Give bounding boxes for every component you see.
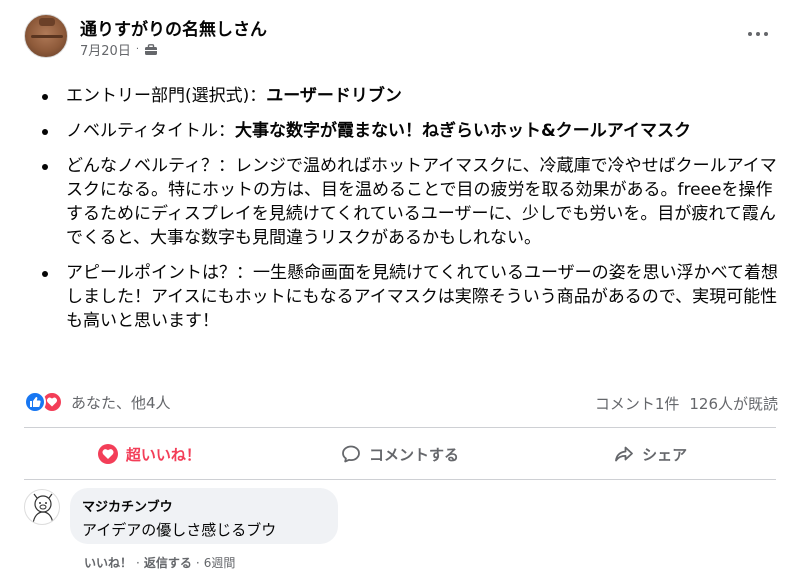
comment-icon <box>342 445 360 463</box>
commenter-avatar[interactable] <box>24 489 60 525</box>
item-label: ノベルティタイトル： <box>66 121 235 141</box>
post-meta: 7月20日 · <box>80 40 158 59</box>
comment-count[interactable]: コメント1件 <box>595 393 680 414</box>
comment-bubble: マジカチンブウ アイデアの優しさ感じるブウ <box>70 488 338 544</box>
react-label: 超いいね！ <box>125 445 201 464</box>
post-stats: コメント1件 126人が既読 <box>595 393 778 414</box>
pig-character-icon <box>32 493 54 524</box>
react-button[interactable]: 超いいね！ <box>24 430 275 478</box>
more-dot-icon <box>764 32 768 36</box>
comment-time[interactable]: 6週間 <box>204 554 236 571</box>
item-label: エントリー部門(選択式)： <box>66 86 267 106</box>
like-reaction-icon <box>24 391 46 413</box>
list-item: ノベルティタイトル：大事な数字が霞まない！ねぎらいホット&クールアイマスク <box>38 119 778 143</box>
author-avatar[interactable] <box>24 14 68 58</box>
seen-count[interactable]: 126人が既読 <box>689 393 778 414</box>
post-date[interactable]: 7月20日 <box>80 40 131 59</box>
divider <box>24 479 776 480</box>
action-bar: 超いいね！ コメントする シェア <box>24 430 776 478</box>
commenter-name[interactable]: マジカチンブウ <box>82 496 326 515</box>
list-item: どんなノベルティ？：レンジで温めればホットアイマスクに、冷蔵庫で冷やせばクールア… <box>38 154 778 250</box>
briefcase-icon[interactable] <box>144 43 158 56</box>
list-item: アピールポイントは？：一生懸命画面を見続けてくれているユーザーの姿を思い浮かべて… <box>38 261 778 333</box>
item-value: 大事な数字が霞まない！ねぎらいホット&クールアイマスク <box>234 121 691 141</box>
comment-button[interactable]: コメントする <box>275 430 526 478</box>
share-button[interactable]: シェア <box>525 430 776 478</box>
post-card: 通りすがりの名無しさん 7月20日 · エントリー部門(選択式)：ユーザードリブ… <box>0 0 800 579</box>
comment-separator: · <box>195 555 200 570</box>
meta-separator: · <box>135 44 140 55</box>
more-dot-icon <box>748 32 752 36</box>
comment-actions: いいね！ · 返信する · 6週間 <box>84 554 235 571</box>
comment-like-button[interactable]: いいね！ <box>84 554 132 571</box>
item-text: アピールポイントは？：一生懸命画面を見続けてくれているユーザーの姿を思い浮かべて… <box>66 263 778 331</box>
share-icon <box>615 446 634 462</box>
more-dot-icon <box>756 32 760 36</box>
item-text: どんなノベルティ？：レンジで温めればホットアイマスクに、冷蔵庫で冷やせばクールア… <box>66 156 777 248</box>
comment-label: コメントする <box>369 445 460 464</box>
comment-text: アイデアの優しさ感じるブウ <box>82 521 277 539</box>
comment-separator: · <box>136 555 140 570</box>
reaction-names[interactable]: あなた、他4人 <box>71 392 171 413</box>
more-options-button[interactable] <box>740 22 776 46</box>
comment-reply-button[interactable]: 返信する <box>144 554 192 571</box>
reactions-summary[interactable]: あなた、他4人 <box>24 391 171 413</box>
author-name[interactable]: 通りすがりの名無しさん <box>80 15 267 40</box>
list-item: エントリー部門(選択式)：ユーザードリブン <box>38 84 778 108</box>
post-body: エントリー部門(選択式)：ユーザードリブン ノベルティタイトル：大事な数字が霞ま… <box>38 84 778 344</box>
item-value: ユーザードリブン <box>266 86 402 106</box>
divider <box>24 427 776 428</box>
share-label: シェア <box>642 445 688 464</box>
love-icon <box>97 444 118 464</box>
